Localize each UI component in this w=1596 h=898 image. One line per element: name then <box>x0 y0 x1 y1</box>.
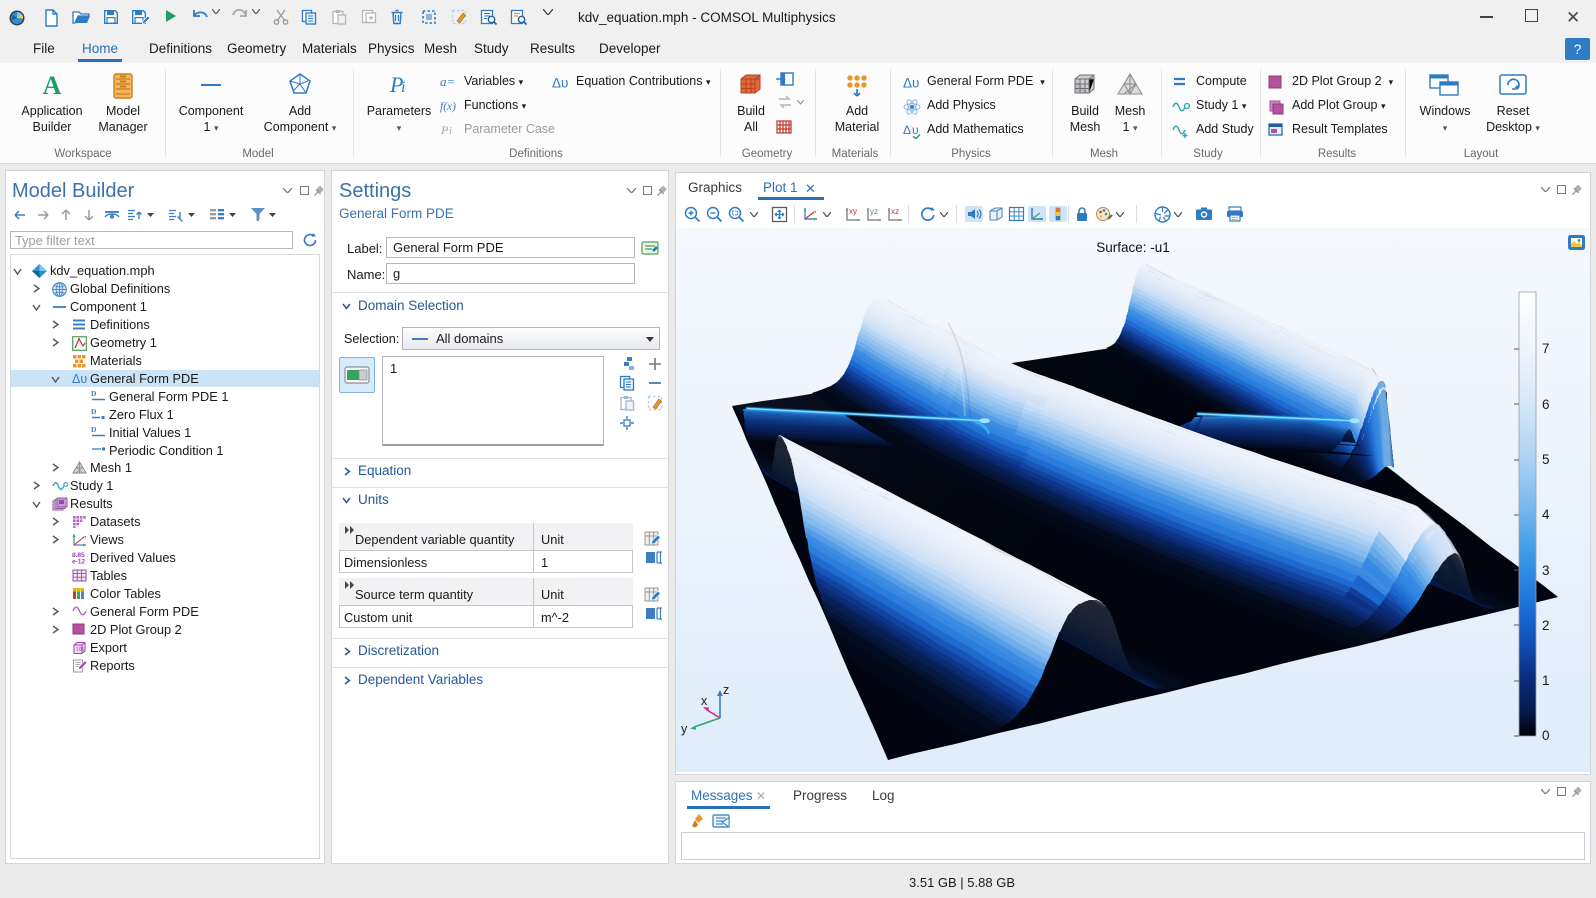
svg-text:4: 4 <box>1542 507 1550 522</box>
svg-text:i: i <box>401 79 405 96</box>
svg-text:2: 2 <box>1542 618 1550 633</box>
svg-text:i: i <box>449 126 452 137</box>
svg-text:xz: xz <box>891 207 899 216</box>
svg-text:y: y <box>681 722 688 736</box>
svg-text:Δυ: Δυ <box>552 76 568 91</box>
svg-text:D: D <box>91 408 97 416</box>
svg-text:xy: xy <box>849 207 857 216</box>
svg-text:f(x): f(x) <box>440 101 456 113</box>
svg-text:yz: yz <box>870 207 878 216</box>
svg-text:7: 7 <box>1542 341 1550 356</box>
svg-text:Δυ: Δυ <box>72 372 87 385</box>
svg-text:5: 5 <box>1542 452 1550 467</box>
svg-text:a=: a= <box>440 75 455 89</box>
svg-text:D: D <box>91 390 97 398</box>
svg-text:6: 6 <box>1542 397 1550 412</box>
svg-text:e-12: e-12 <box>72 559 85 565</box>
svg-text:D: D <box>91 426 97 434</box>
svg-text:3: 3 <box>1542 563 1550 578</box>
svg-text:0: 0 <box>1542 728 1550 743</box>
svg-text:1: 1 <box>1542 673 1550 688</box>
svg-text:A: A <box>43 72 62 100</box>
svg-text:x: x <box>701 694 708 708</box>
svg-text:101: 101 <box>76 647 85 653</box>
svg-text:υ: υ <box>912 123 919 137</box>
svg-text:Δ: Δ <box>903 123 911 137</box>
svg-text:z: z <box>723 683 729 697</box>
svg-text:P: P <box>440 123 449 137</box>
svg-text:Surface: -u1: Surface: -u1 <box>1096 240 1170 255</box>
svg-text:Δυ: Δυ <box>903 76 919 91</box>
